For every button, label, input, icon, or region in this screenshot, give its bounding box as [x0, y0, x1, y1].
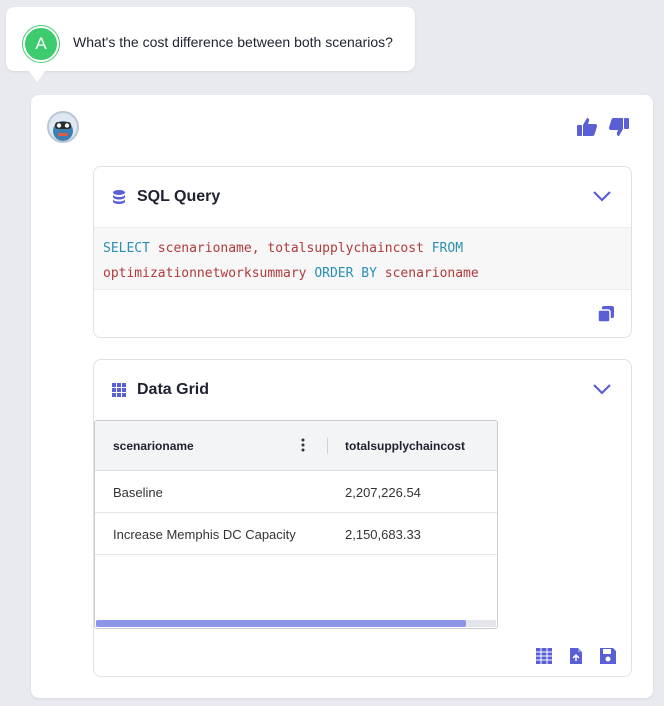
copy-icon[interactable]: [597, 305, 615, 323]
table-row[interactable]: Baseline 2,207,226.54: [95, 471, 497, 513]
grid-icon: [112, 383, 126, 397]
bubble-tail: [28, 70, 46, 82]
cell-totalsupplychaincost: 2,150,683.33: [345, 527, 421, 542]
scrollbar-thumb[interactable]: [96, 620, 466, 627]
sql-keyword: ORDER BY: [314, 266, 377, 281]
spreadsheet-icon[interactable]: [535, 647, 553, 665]
sql-panel-title: SQL Query: [137, 188, 221, 205]
sql-query-panel: SQL Query SELECT scenarioname, totalsupp…: [93, 166, 632, 338]
assistant-avatar: [47, 111, 79, 143]
thumbs-up-icon[interactable]: [575, 115, 599, 139]
assistant-answer-card: SQL Query SELECT scenarioname, totalsupp…: [31, 95, 653, 698]
column-menu-icon[interactable]: [301, 438, 305, 452]
user-message-text: What's the cost difference between both …: [73, 34, 393, 50]
data-grid-panel: Data Grid scenarioname totalsupplychainc…: [93, 359, 632, 677]
table-row[interactable]: Increase Memphis DC Capacity 2,150,683.3…: [95, 513, 497, 555]
sql-keyword: FROM: [431, 241, 464, 256]
sql-panel-header[interactable]: SQL Query: [94, 167, 631, 225]
column-header-scenarioname[interactable]: scenarioname: [113, 439, 194, 453]
chevron-down-icon[interactable]: [591, 187, 613, 205]
column-header-totalsupplychaincost[interactable]: totalsupplychaincost: [345, 439, 465, 453]
cell-totalsupplychaincost: 2,207,226.54: [345, 485, 421, 500]
grid-panel-title: Data Grid: [137, 381, 210, 398]
sql-order-column: scenarioname: [376, 266, 479, 281]
data-grid: scenarioname totalsupplychaincost Baseli…: [94, 420, 498, 629]
sql-table: optimizationnetworksummary: [103, 266, 315, 281]
grid-panel-header[interactable]: Data Grid: [94, 360, 631, 418]
export-file-icon[interactable]: [567, 647, 585, 665]
horizontal-scrollbar[interactable]: [96, 620, 496, 627]
database-icon: [113, 190, 125, 204]
sql-columns: scenarioname, totalsupplychaincost: [149, 241, 432, 256]
cell-scenarioname: Increase Memphis DC Capacity: [113, 527, 296, 542]
user-avatar: A: [23, 26, 59, 62]
feedback-controls: [575, 115, 631, 139]
sql-keyword: SELECT: [103, 241, 150, 256]
column-resize-handle[interactable]: [327, 438, 328, 454]
grid-actions: [535, 647, 617, 665]
cell-scenarioname: Baseline: [113, 485, 163, 500]
save-icon[interactable]: [599, 647, 617, 665]
thumbs-down-icon[interactable]: [607, 115, 631, 139]
grid-header-row: scenarioname totalsupplychaincost: [95, 421, 497, 471]
sql-code-block: SELECT scenarioname, totalsupplychaincos…: [94, 227, 631, 290]
chevron-down-icon[interactable]: [591, 380, 613, 398]
user-message-bubble: A What's the cost difference between bot…: [6, 7, 415, 71]
